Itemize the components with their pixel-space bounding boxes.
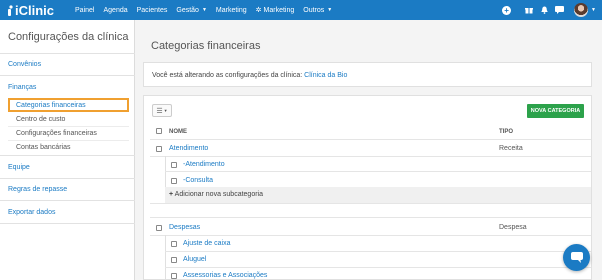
gift-icon[interactable] — [525, 6, 534, 14]
divider — [0, 53, 135, 54]
column-header-name: NOME — [169, 129, 187, 135]
chevron-down-icon[interactable]: ▼ — [591, 7, 596, 13]
row-checkbox[interactable] — [171, 257, 177, 263]
divider — [0, 200, 135, 201]
clinic-info-text: Você está alterando as configurações da … — [152, 72, 303, 79]
nav-marketing[interactable]: Marketing — [216, 7, 247, 14]
sidebar-item-financas[interactable]: Finanças — [8, 84, 36, 91]
categories-panel: ☰ ▼ NOVA CATEGORIA NOME TIPO Atendimento … — [143, 95, 592, 280]
sidebar-item-categorias-financeiras[interactable]: Categorias financeiras — [8, 98, 129, 112]
nav-outros[interactable]: Outros ▼ — [303, 7, 332, 14]
avatar[interactable] — [574, 3, 589, 17]
plus-icon: + — [169, 191, 174, 198]
bulk-actions-dropdown[interactable]: ☰ ▼ — [152, 104, 172, 117]
logo-mark-icon — [8, 4, 13, 16]
sidebar-item-regras-de-repasse[interactable]: Regras de repasse — [8, 186, 67, 193]
list-icon: ☰ — [156, 107, 163, 115]
new-category-button[interactable]: NOVA CATEGORIA — [527, 104, 584, 118]
sidebar-item-configuracoes-financeiras[interactable]: Configurações financeiras — [8, 127, 129, 141]
main-nav: Painel Agenda Pacientes Gestão ▼ Marketin… — [75, 6, 341, 15]
category-type: Receita — [499, 145, 523, 152]
nav-agenda[interactable]: Agenda — [103, 7, 127, 14]
sidebar-item-convenios[interactable]: Convênios — [8, 61, 41, 68]
divider — [150, 235, 591, 236]
category-type: Despesa — [499, 224, 527, 231]
subcategory-name-link[interactable]: Assessorias e Associações — [183, 272, 267, 279]
divider — [165, 171, 591, 172]
subcategory-name-link[interactable]: -Atendimento — [183, 161, 225, 168]
sidebar-item-exportar-dados[interactable]: Exportar dados — [8, 209, 55, 216]
brand-logo[interactable]: iClinic — [5, 3, 54, 18]
add-subcategory-row: + Adicionar nova subcategoria — [165, 187, 591, 203]
clinic-name-link[interactable]: Clínica da Bio — [304, 72, 347, 79]
top-navbar: iClinic Painel Agenda Pacientes Gestão ▼ … — [0, 0, 602, 20]
sidebar: Configurações da clínica Convênios Finan… — [0, 20, 135, 280]
chevron-down-icon: ▼ — [163, 108, 168, 113]
nav-marketing-label: Marketing — [215, 6, 247, 14]
chat-bubble-icon — [570, 252, 583, 263]
row-checkbox[interactable] — [156, 146, 162, 152]
nav-outros-label: Outros — [303, 6, 325, 14]
row-checkbox[interactable] — [171, 241, 177, 247]
nav-gestao-label: Gestão — [176, 6, 199, 14]
clinic-info-box: Você está alterando as configurações da … — [143, 62, 592, 87]
page-title: Categorias financeiras — [151, 40, 261, 52]
row-checkbox[interactable] — [156, 225, 162, 231]
nav-gestao[interactable]: Gestão ▼ — [176, 7, 207, 14]
divider — [165, 235, 166, 279]
sidebar-item-equipe[interactable]: Equipe — [8, 164, 30, 171]
add-subcategory-label: Adicionar nova subcategoria — [174, 191, 263, 198]
divider — [150, 203, 591, 204]
divider — [150, 139, 591, 140]
subcategory-name-link[interactable]: Ajuste de caixa — [183, 240, 230, 247]
sidebar-item-contas-bancarias[interactable]: Contas bancárias — [8, 141, 129, 155]
nav-pacientes-label: Pacientes — [136, 6, 168, 14]
select-all-checkbox[interactable] — [156, 128, 162, 134]
nav-pacientes[interactable]: Pacientes — [137, 7, 168, 14]
chevron-down-icon: ▼ — [327, 7, 333, 13]
row-checkbox[interactable] — [171, 162, 177, 168]
divider — [0, 223, 135, 224]
chevron-down-icon: ▼ — [201, 7, 207, 13]
divider — [0, 75, 135, 76]
divider — [0, 178, 135, 179]
row-checkbox[interactable] — [171, 178, 177, 184]
bell-icon[interactable] — [541, 6, 548, 14]
nav-painel-label: Painel — [75, 6, 95, 14]
add-subcategory-button[interactable]: + Adicionar nova subcategoria — [169, 191, 263, 198]
add-icon[interactable]: + — [502, 5, 512, 15]
chat-widget-button[interactable] — [563, 244, 590, 271]
nav-marketing-settings-label: Marketing — [263, 6, 295, 14]
sidebar-item-centro-de-custo[interactable]: Centro de custo — [8, 113, 129, 127]
subcategory-name-link[interactable]: Aluguel — [183, 256, 206, 263]
category-name-link[interactable]: Despesas — [169, 224, 200, 231]
divider — [0, 155, 135, 156]
category-name-link[interactable]: Atendimento — [169, 145, 208, 152]
header-actions: + ▼ — [502, 0, 602, 20]
divider — [165, 267, 591, 268]
brand-name: iClinic — [15, 2, 55, 18]
subcategory-name-link[interactable]: -Consulta — [183, 177, 213, 184]
divider — [165, 251, 591, 252]
gear-icon: ✲ — [255, 7, 262, 14]
divider — [150, 217, 591, 218]
nav-agenda-label: Agenda — [103, 6, 128, 14]
row-checkbox[interactable] — [171, 273, 177, 279]
sidebar-title: Configurações da clínica — [8, 31, 129, 43]
nav-marketing-settings[interactable]: ✲ Marketing — [255, 6, 295, 15]
chat-icon[interactable] — [555, 6, 565, 14]
column-header-type: TIPO — [499, 129, 514, 135]
divider — [150, 156, 591, 157]
nav-painel[interactable]: Painel — [75, 7, 94, 14]
